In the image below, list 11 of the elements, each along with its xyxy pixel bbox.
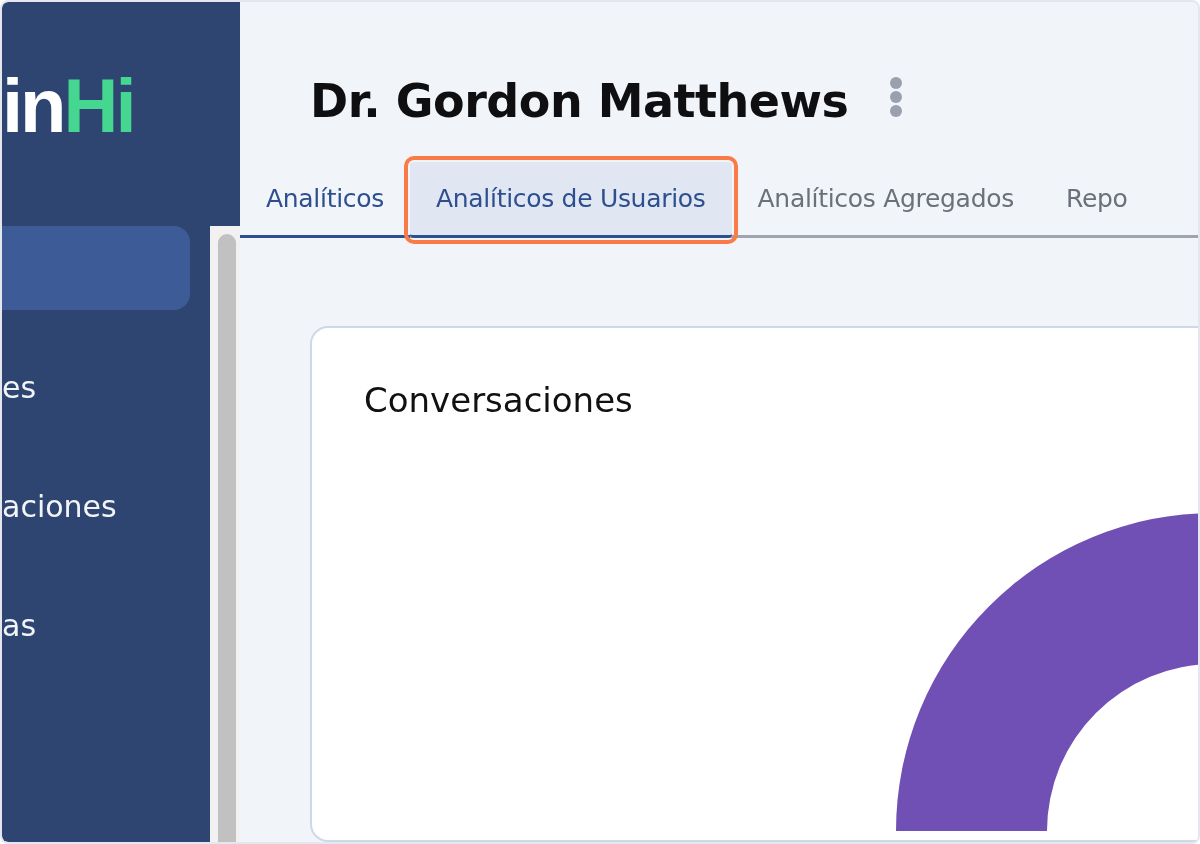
scrollbar[interactable] [210,226,240,842]
tab[interactable]: Repo [1039,162,1154,238]
sidebar-item[interactable]: es [2,345,190,429]
sidebar-item[interactable]: as [2,583,190,667]
sidebar-item[interactable] [2,226,190,310]
sidebar-item[interactable]: aciones [2,464,190,548]
logo: inHi [2,68,135,150]
tab[interactable]: Analíticos Agregados [731,162,1040,238]
more-icon[interactable] [888,77,905,117]
card-title: Conversaciones [364,380,634,420]
page-title: Dr. Gordon Matthews [310,74,849,128]
